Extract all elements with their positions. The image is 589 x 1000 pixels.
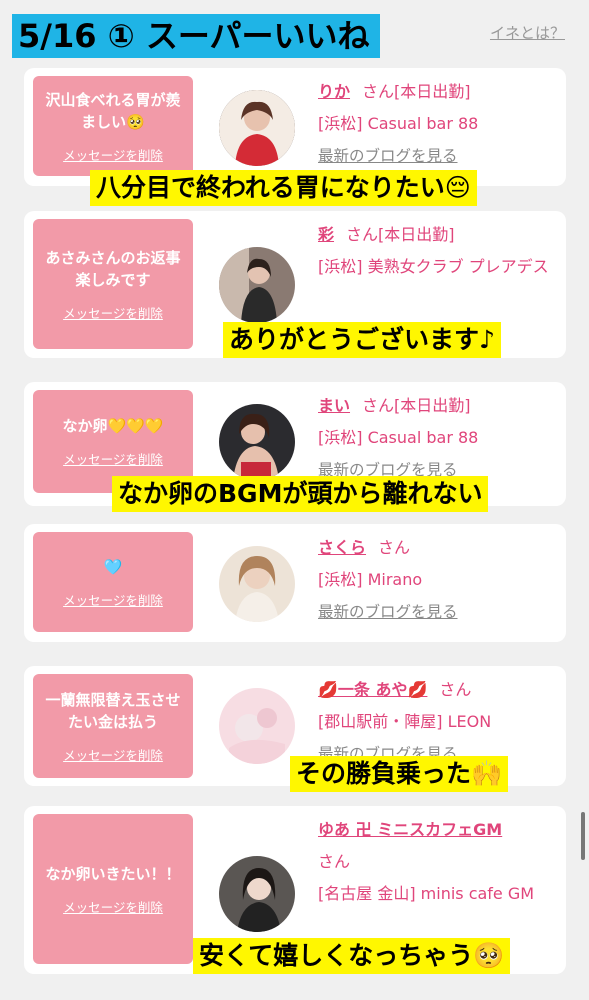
cast-info: りか さん[本日出勤] [浜松] Casual bar 88 最新のブログを見る xyxy=(318,76,558,172)
message-box: 一蘭無限替え玉させたい金は払う メッセージを削除 xyxy=(33,674,193,778)
delete-message-link[interactable]: メッセージを削除 xyxy=(63,745,163,764)
cast-name[interactable]: りか xyxy=(318,82,350,101)
message-text: あさみさんのお返事楽しみです xyxy=(45,248,181,289)
cast-status: さん xyxy=(378,538,411,557)
shop-name: [郡山駅前・陣屋] LEON xyxy=(318,712,492,731)
cast-name[interactable]: まい xyxy=(318,396,350,415)
shop-name: [浜松] 美熟女クラブ プレアデス xyxy=(318,257,549,276)
card-4: 🩵 メッセージを削除 さくら さん [浜松] Mirano 最新のブログを見る xyxy=(24,524,566,642)
cast-name[interactable]: さくら xyxy=(318,538,366,557)
delete-message-link[interactable]: メッセージを削除 xyxy=(63,897,163,916)
cast-info: 彩さん[本日出勤] [浜松] 美熟女クラブ プレアデス xyxy=(318,219,558,283)
message-text: 一蘭無限替え玉させたい金は払う xyxy=(45,690,181,731)
blog-link[interactable]: 最新のブログを見る xyxy=(318,596,558,628)
delete-message-link[interactable]: メッセージを削除 xyxy=(63,303,163,322)
message-text: なか卵いきたい！！ xyxy=(45,864,181,883)
caption-overlay-5: その勝負乗った🙌 xyxy=(290,756,509,792)
caption-overlay-2: ありがとうございます♪ xyxy=(223,322,501,358)
page: 5/16 ① スーパーいいね イネとは？ 沢山食べれる胃が羨ましい🥺 メッセージ… xyxy=(0,0,589,1000)
delete-message-link[interactable]: メッセージを削除 xyxy=(63,449,163,468)
shop-name: [浜松] Casual bar 88 xyxy=(318,114,479,133)
message-box: あさみさんのお返事楽しみです メッセージを削除 xyxy=(33,219,193,349)
cast-status: さん[本日出勤] xyxy=(346,225,455,244)
shop-name: [浜松] Mirano xyxy=(318,570,423,589)
message-box: 沢山食べれる胃が羨ましい🥺 メッセージを削除 xyxy=(33,76,193,176)
cast-status: さん[本日出勤] xyxy=(362,82,471,101)
cast-status: さん xyxy=(439,680,472,699)
scrollbar[interactable] xyxy=(581,812,585,860)
message-box: なか卵いきたい！！ メッセージを削除 xyxy=(33,814,193,964)
cast-name[interactable]: 💋一条 あや💋 xyxy=(318,680,427,699)
message-text: なか卵💛💛💛 xyxy=(62,417,164,435)
cast-status: さん[本日出勤] xyxy=(362,396,471,415)
cast-info: まい さん[本日出勤] [浜松] Casual bar 88 最新のブログを見る xyxy=(318,390,558,486)
cast-name[interactable]: 彩 xyxy=(318,225,334,244)
avatar[interactable] xyxy=(219,856,295,932)
card-1: 沢山食べれる胃が羨ましい🥺 メッセージを削除 りか さん[本日出勤] [浜松] C… xyxy=(24,68,566,186)
caption-overlay-1: 八分目で終われる胃になりたい😔 xyxy=(90,170,477,206)
avatar[interactable] xyxy=(219,688,295,764)
caption-overlay-6: 安くて嬉しくなっちゃう🥺 xyxy=(193,938,511,974)
cast-info: ゆあ 卍 ミニスカフェGM さん [名古屋 金山] minis cafe GM xyxy=(318,814,558,910)
cast-info: さくら さん [浜松] Mirano 最新のブログを見る xyxy=(318,532,558,628)
shop-name: [名古屋 金山] minis cafe GM xyxy=(318,884,535,903)
title-overlay: 5/16 ① スーパーいいね xyxy=(12,14,380,58)
cast-status: さん xyxy=(318,852,351,871)
avatar[interactable] xyxy=(219,247,295,323)
message-box: 🩵 メッセージを削除 xyxy=(33,532,193,632)
message-text: 🩵 xyxy=(103,557,123,576)
avatar[interactable] xyxy=(219,90,295,166)
caption-overlay-3: なか卵のBGMが頭から離れない xyxy=(112,476,489,512)
blog-link[interactable]: 最新のブログを見る xyxy=(318,140,558,172)
cast-name[interactable]: ゆあ 卍 ミニスカフェGM xyxy=(318,820,502,839)
delete-message-link[interactable]: メッセージを削除 xyxy=(63,590,163,609)
avatar[interactable] xyxy=(219,546,295,622)
delete-message-link[interactable]: メッセージを削除 xyxy=(63,145,163,164)
shop-name: [浜松] Casual bar 88 xyxy=(318,428,479,447)
about-link[interactable]: イネとは？ xyxy=(490,22,565,43)
message-text: 沢山食べれる胃が羨ましい🥺 xyxy=(45,90,181,131)
avatar[interactable] xyxy=(219,404,295,480)
